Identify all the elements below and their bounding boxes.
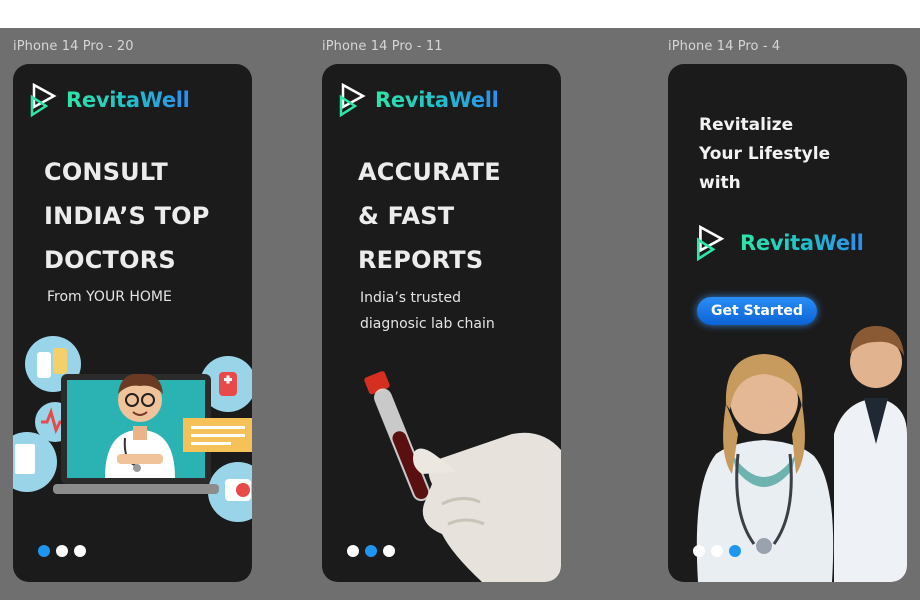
frame-label[interactable]: iPhone 14 Pro - 4 <box>668 39 780 54</box>
brand-name: RevitaWell <box>66 88 190 112</box>
brand-logo: RevitaWell <box>339 83 499 117</box>
onboarding-screen-reports[interactable]: RevitaWell ACCURATE & FAST REPORTS India… <box>322 64 561 582</box>
top-bar <box>0 0 920 28</box>
brand-logo: RevitaWell <box>30 83 190 117</box>
headline-line: CONSULT <box>44 158 168 186</box>
onboarding-screen-consult[interactable]: RevitaWell CONSULT INDIA’S TOP DOCTORS F… <box>13 64 252 582</box>
page-dot[interactable] <box>56 545 68 557</box>
doctor-video-call-illustration <box>13 336 252 522</box>
brand-logo: RevitaWell <box>696 225 864 261</box>
frame-label[interactable]: iPhone 14 Pro - 20 <box>13 39 134 54</box>
page-dot[interactable] <box>347 545 359 557</box>
revitawell-logo-icon <box>30 83 57 117</box>
subtitle-line: diagnosic lab chain <box>360 316 495 332</box>
subtitle: India’s trusted diagnosic lab chain <box>360 285 495 337</box>
doctors-photo <box>696 326 907 582</box>
headline-line: ACCURATE <box>358 158 501 186</box>
page-dot-active[interactable] <box>38 545 50 557</box>
revitawell-logo-icon <box>696 225 725 261</box>
page-dot[interactable] <box>711 545 723 557</box>
page-dot[interactable] <box>693 545 705 557</box>
page-dot[interactable] <box>383 545 395 557</box>
page-indicator <box>38 545 86 557</box>
page-dot-active[interactable] <box>729 545 741 557</box>
brand-name: RevitaWell <box>375 88 499 112</box>
headline: ACCURATE & FAST REPORTS <box>358 150 501 282</box>
headline-line: REPORTS <box>358 246 484 274</box>
tagline-line: Revitalize <box>699 115 794 135</box>
frame-label[interactable]: iPhone 14 Pro - 11 <box>322 39 443 54</box>
page-indicator <box>693 545 741 557</box>
onboarding-screen-get-started[interactable]: Revitalize Your Lifestyle with RevitaWel… <box>668 64 907 582</box>
page-dot[interactable] <box>74 545 86 557</box>
headline-line: DOCTORS <box>44 246 176 274</box>
headline: CONSULT INDIA’S TOP DOCTORS <box>44 150 210 282</box>
page-indicator <box>347 545 395 557</box>
subtitle-line: India’s trusted <box>360 290 461 306</box>
page-dot-active[interactable] <box>365 545 377 557</box>
subtitle: From YOUR HOME <box>47 289 172 305</box>
tagline-line: with <box>699 173 741 193</box>
tagline: Revitalize Your Lifestyle with <box>699 111 830 198</box>
headline-line: INDIA’S TOP <box>44 202 210 230</box>
headline-line: & FAST <box>358 202 455 230</box>
revitawell-logo-icon <box>339 83 366 117</box>
tagline-line: Your Lifestyle <box>699 144 831 164</box>
brand-name: RevitaWell <box>740 231 864 255</box>
